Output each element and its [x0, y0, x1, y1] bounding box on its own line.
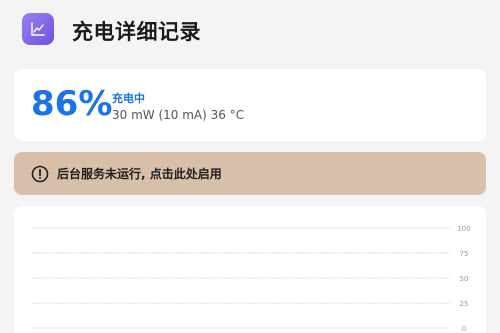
y-tick-label: 50	[460, 275, 469, 283]
battery-status-card: 86% 充电中 30 mW (10 mA) 36 °C	[14, 69, 486, 141]
app-icon	[22, 13, 54, 45]
warning-text: 后台服务未运行, 点击此处启用	[57, 167, 222, 181]
charging-status-label: 充电中	[112, 92, 145, 105]
y-tick-label: 0	[462, 325, 466, 333]
line-chart-icon	[31, 22, 45, 36]
power-detail: 30 mW (10 mA) 36 °C	[112, 108, 245, 122]
y-tick-label: 100	[457, 225, 470, 233]
y-tick-label: 75	[460, 250, 469, 258]
alert-circle-icon	[31, 165, 49, 182]
service-warning-banner[interactable]: 后台服务未运行, 点击此处启用	[14, 152, 486, 195]
charging-chart: 100 75 50 25 0	[14, 206, 486, 333]
chart-svg: 100 75 50 25 0	[32, 225, 471, 333]
battery-percent: 86%	[31, 84, 113, 124]
y-tick-label: 25	[460, 300, 469, 308]
page-title: 充电详细记录	[72, 20, 201, 44]
